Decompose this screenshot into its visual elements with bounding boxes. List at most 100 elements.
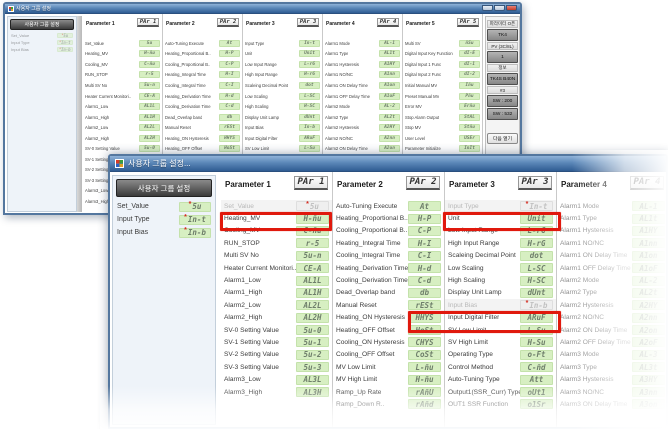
table-row[interactable]: Cooling_MVC-ñu xyxy=(221,225,332,237)
param-value-cell[interactable]: *In-t xyxy=(57,40,73,45)
param-value-cell[interactable]: AL-1 xyxy=(632,201,665,211)
table-row[interactable]: Alarm1 TypeAL1t xyxy=(557,212,666,224)
param-value-cell[interactable]: 5u-0 xyxy=(296,325,329,335)
table-row[interactable]: Dead_Overlap banddb xyxy=(163,112,242,123)
param-value-cell[interactable]: 5u xyxy=(139,40,160,47)
table-row[interactable]: Alarm2 OFF Delay TimeA2oF xyxy=(557,336,666,348)
table-row[interactable]: Alarm1 HysteresisA1HY xyxy=(557,225,666,237)
param-value-cell[interactable]: oUt1 xyxy=(520,387,553,397)
param-value-cell[interactable]: 5u-2 xyxy=(296,350,329,360)
table-row[interactable]: Alarm3_HighAL3H xyxy=(221,386,332,398)
param-value-cell[interactable]: A3on xyxy=(632,399,665,409)
table-row[interactable]: Low Input RangeL-rG xyxy=(445,225,556,237)
table-row[interactable]: Heater Current Monitori..CE-A xyxy=(221,262,332,274)
param-value-cell[interactable]: H-d xyxy=(219,93,240,100)
device-action-button[interactable]: 1 xyxy=(487,51,518,63)
table-row[interactable]: Auto-Tuning ExecuteAt xyxy=(163,38,242,49)
param-value-cell[interactable]: A2HY xyxy=(379,124,400,131)
table-row[interactable]: High ScalingH-SC xyxy=(445,274,556,286)
param-value-cell[interactable]: 5u-0 xyxy=(139,145,160,152)
table-row[interactable]: Error MVErñu xyxy=(403,101,482,112)
table-row[interactable]: SV High LimitH-Su xyxy=(445,336,556,348)
param-value-cell[interactable]: HoSt xyxy=(408,325,441,335)
param-value-cell[interactable]: A2HY xyxy=(632,300,665,310)
param-value-cell[interactable]: o-Ft xyxy=(520,350,553,360)
table-row[interactable]: Alarm1_HighAL1H xyxy=(221,287,332,299)
param-value-cell[interactable]: Att xyxy=(520,375,553,385)
table-row[interactable]: Heating_OFF OffsetHoSt xyxy=(333,324,444,336)
param-value-cell[interactable]: AL1H xyxy=(139,114,160,121)
device-action-button[interactable]: TK4S B40N xyxy=(487,73,518,85)
param-value-cell[interactable]: H-I xyxy=(408,238,441,248)
table-row[interactable]: Cooling_MVC-ñu xyxy=(83,59,162,70)
param-value-cell[interactable]: HoSt xyxy=(219,145,240,152)
table-row[interactable]: Cooling_OFF OffsetCoSt xyxy=(333,349,444,361)
param-value-cell[interactable]: *5u xyxy=(179,202,211,212)
table-row[interactable]: Alarm1 OFF Delay TimeA1oF xyxy=(557,262,666,274)
param-value-cell[interactable]: L-Su xyxy=(299,145,320,152)
param-value-cell[interactable]: *In-t xyxy=(520,201,553,211)
table-row[interactable]: Stop MVStñu xyxy=(403,122,482,133)
table-row[interactable]: Alarm1_LowAL1L xyxy=(83,101,162,112)
table-row[interactable]: Heating_Integral TimeH-I xyxy=(333,237,444,249)
param-value-cell[interactable]: H-rG xyxy=(299,71,320,78)
param-value-cell[interactable]: H-I xyxy=(219,71,240,78)
param-value-cell[interactable]: *In-b xyxy=(179,228,211,238)
param-value-cell[interactable]: Unit xyxy=(299,50,320,57)
param-value-cell[interactable]: *5u xyxy=(57,33,73,38)
table-row[interactable]: Multi SV No5u-n xyxy=(221,250,332,262)
table-row[interactable]: Low Input RangeL-rG xyxy=(243,59,322,70)
param-value-cell[interactable]: A1HY xyxy=(632,226,665,236)
param-value-cell[interactable]: Iñu xyxy=(459,82,480,89)
table-row[interactable]: SV-0 Setting Value5u-0 xyxy=(221,324,332,336)
param-value-cell[interactable]: H-ñu xyxy=(296,214,329,224)
table-row[interactable]: Cooling_Integral TimeC-I xyxy=(333,250,444,262)
param-value-cell[interactable]: In-t xyxy=(299,40,320,47)
param-value-cell[interactable]: 5u-n xyxy=(296,251,329,261)
table-row[interactable]: Alarm1 NO/NCA1nn xyxy=(557,237,666,249)
param-value-cell[interactable]: A2on xyxy=(379,145,400,152)
param-value-cell[interactable]: dI-2 xyxy=(459,71,480,78)
table-row[interactable]: Alarm1_HighAL1H xyxy=(83,112,162,123)
table-row[interactable]: Alarm2_HighAL2H xyxy=(83,133,162,144)
param-value-cell[interactable]: o1Sr xyxy=(520,399,553,409)
sidebar-item[interactable]: Set_Value*5u xyxy=(113,200,215,213)
table-row[interactable]: Alarm2_LowAL2L xyxy=(83,122,162,133)
table-row[interactable]: OUT1 SSR Functiono1Sr xyxy=(445,398,556,410)
table-row[interactable]: SV-0 Setting Value5u-0 xyxy=(83,143,162,154)
param-value-cell[interactable]: AL2t xyxy=(379,114,400,121)
param-value-cell[interactable]: A1on xyxy=(379,82,400,89)
param-value-cell[interactable]: A3nn xyxy=(632,387,665,397)
table-row[interactable]: Input Bias*In-b xyxy=(445,299,556,311)
table-row[interactable]: Stop Alarm OutputStAL xyxy=(403,112,482,123)
table-row[interactable]: Ramp_Down R..rAñd xyxy=(333,398,444,410)
maximize-button[interactable] xyxy=(494,5,505,11)
param-value-cell[interactable]: dI-E xyxy=(459,50,480,57)
table-row[interactable]: Alarm2_HighAL2H xyxy=(221,312,332,324)
param-value-cell[interactable]: H-ñu xyxy=(408,375,441,385)
param-value-cell[interactable]: A1HY xyxy=(379,61,400,68)
param-value-cell[interactable]: *In-b xyxy=(57,47,73,52)
user-group-settings-header[interactable]: 사용자 그룹 설정 xyxy=(116,179,212,197)
param-value-cell[interactable]: C-P xyxy=(408,226,441,236)
param-value-cell[interactable]: AL1L xyxy=(139,103,160,110)
param-value-cell[interactable]: C-I xyxy=(408,251,441,261)
table-row[interactable]: Heater Current Monitori..CE-A xyxy=(83,91,162,102)
param-value-cell[interactable]: A2nn xyxy=(632,313,665,323)
table-row[interactable]: Control MethodC-ñd xyxy=(445,361,556,373)
param-value-cell[interactable]: C-d xyxy=(219,103,240,110)
param-value-cell[interactable]: A1on xyxy=(632,251,665,261)
table-row[interactable]: Dead_Overlap banddb xyxy=(333,287,444,299)
table-row[interactable]: Operating Typeo-Ft xyxy=(445,349,556,361)
param-value-cell[interactable]: CE-A xyxy=(139,93,160,100)
table-row[interactable]: Auto-Tuning TypeAtt xyxy=(445,373,556,385)
table-row[interactable]: Heating_OFF OffsetHoSt xyxy=(163,143,242,154)
table-row[interactable]: RUN_STOPr-5 xyxy=(221,237,332,249)
sidebar-item[interactable]: Input Bias*In-b xyxy=(113,226,215,239)
param-value-cell[interactable]: C-ñu xyxy=(139,61,160,68)
param-value-cell[interactable]: L-rG xyxy=(299,61,320,68)
table-row[interactable]: MV High LimitH-ñu xyxy=(333,373,444,385)
table-row[interactable]: Manual ResetrESt xyxy=(333,299,444,311)
table-row[interactable]: Cooling_Proportional B..C-P xyxy=(163,59,242,70)
table-row[interactable]: Alarm1 TypeAL1t xyxy=(323,49,402,60)
